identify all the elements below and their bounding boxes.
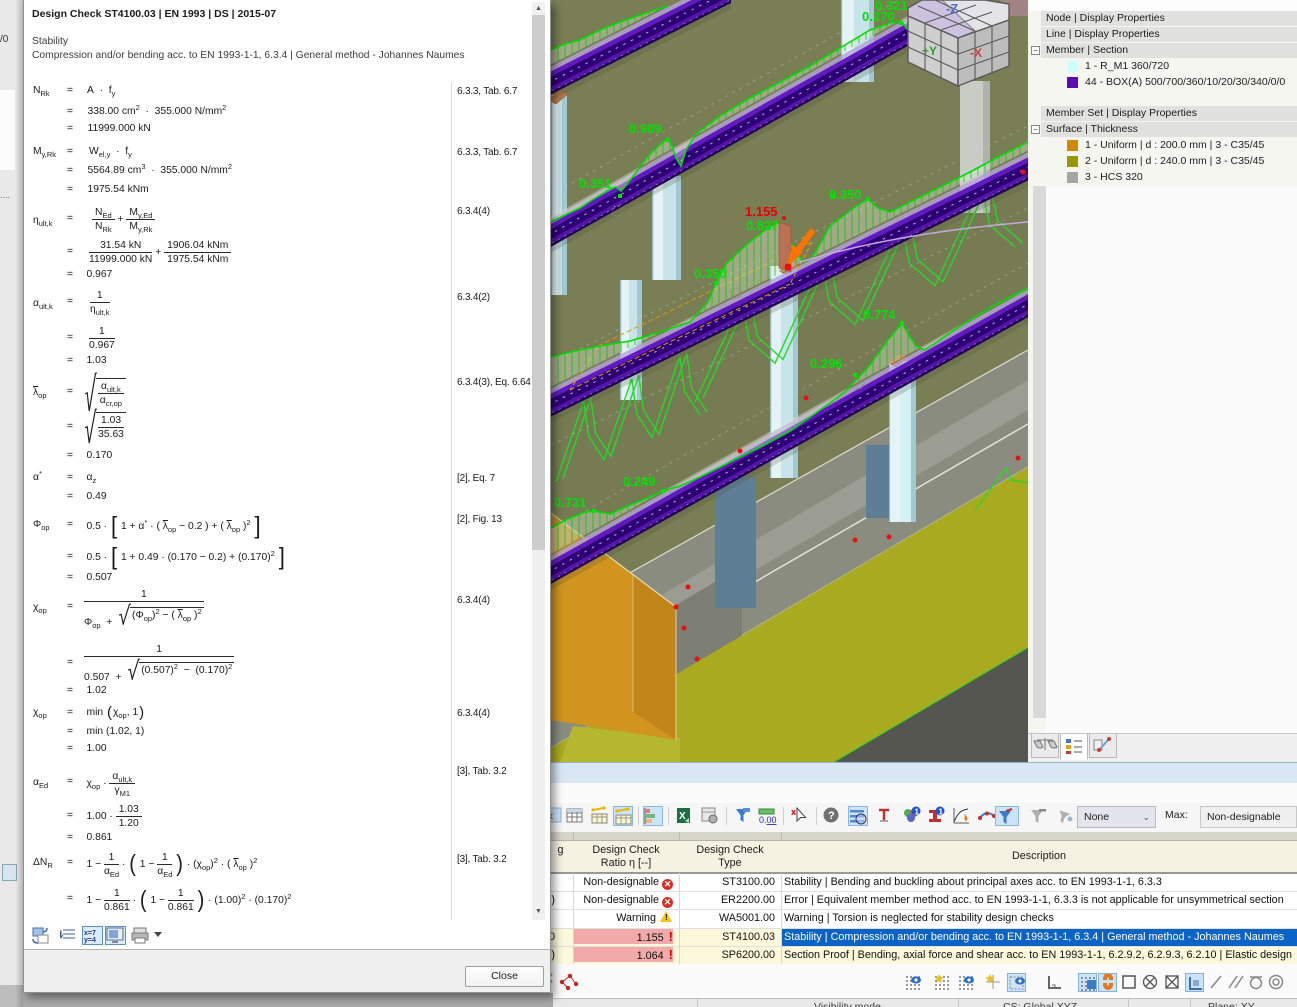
svg-text:x=7: x=7 [84,930,96,937]
svg-text:0.909: 0.909 [629,121,662,136]
svg-text:X: X [679,811,686,822]
svg-text:1: 1 [915,808,920,817]
svg-text:+Y: +Y [922,44,937,58]
svg-text:1.155: 1.155 [745,204,778,219]
svg-text:0.827: 0.827 [746,218,779,233]
svg-text:-Z: -Z [946,1,958,16]
svg-text:y=4: y=4 [84,937,96,944]
svg-text:0.270: 0.270 [862,9,895,24]
svg-text:0.351: 0.351 [579,176,612,191]
svg-text:-X: -X [970,46,982,60]
svg-text:x: x [791,807,796,817]
svg-text:0.249: 0.249 [623,474,656,489]
svg-text:0.731: 0.731 [554,495,587,510]
svg-text:1: 1 [939,808,944,817]
svg-text:?: ? [828,810,835,822]
svg-text:0.350: 0.350 [694,266,727,281]
svg-text:0.00: 0.00 [759,815,777,825]
svg-text:0.296: 0.296 [810,356,843,371]
svg-text:0.350: 0.350 [829,187,862,202]
svg-text:0.774: 0.774 [863,307,896,322]
